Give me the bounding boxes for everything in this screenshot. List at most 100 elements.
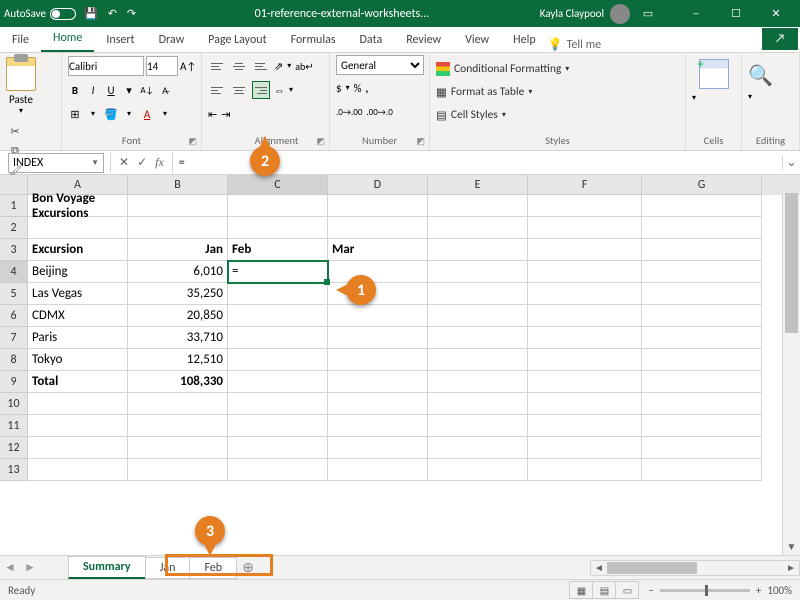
font-name-input[interactable] [68,56,144,76]
tab-view[interactable]: View [453,29,501,52]
cell[interactable]: Beijing [28,261,128,283]
cell[interactable] [228,349,328,371]
decrease-indent-icon[interactable]: ⇤ [208,108,217,121]
cell[interactable] [428,349,528,371]
find-select-icon[interactable]: 🔍 [748,63,773,88]
normal-view-button[interactable]: ▦ [569,581,593,599]
column-header[interactable]: D [328,175,428,195]
cell[interactable] [428,327,528,349]
tab-data[interactable]: Data [348,29,395,52]
cell[interactable] [428,239,528,261]
row-header[interactable]: 9 [0,371,28,393]
align-middle-icon[interactable] [230,57,248,75]
minimize-button[interactable]: ─ [676,0,716,27]
vertical-scrollbar[interactable]: ▲ ▼ [782,175,800,555]
horizontal-scrollbar[interactable]: ◄ ► [590,560,800,576]
format-as-table-button[interactable]: ▦Format as Table▾ [436,82,532,102]
cell[interactable]: Bon Voyage Excursions [28,195,128,217]
cell[interactable] [428,305,528,327]
cell[interactable] [642,459,762,481]
cell[interactable] [128,217,228,239]
borders-icon[interactable]: ⊞ [68,108,82,121]
cell[interactable] [642,261,762,283]
cell[interactable] [642,393,762,415]
cell[interactable] [528,327,642,349]
cell[interactable] [328,393,428,415]
font-color-icon[interactable]: A [140,108,154,121]
cell[interactable] [428,283,528,305]
cell[interactable]: Jan [128,239,228,261]
wrap-text-icon[interactable]: ab↵ [295,60,313,73]
sheet-tab-feb[interactable]: Feb [189,557,237,579]
cell[interactable] [428,261,528,283]
redo-icon[interactable]: ↷ [127,7,136,20]
align-bottom-icon[interactable] [252,57,270,75]
zoom-slider[interactable] [660,589,750,592]
cell[interactable]: Las Vegas [28,283,128,305]
font-size-input[interactable] [146,56,178,76]
cell[interactable] [642,371,762,393]
cell[interactable] [128,415,228,437]
page-layout-view-button[interactable]: ▤ [592,581,616,599]
fill-color-icon[interactable]: 🪣 [104,108,118,121]
cell[interactable] [328,195,428,217]
tab-page-layout[interactable]: Page Layout [196,29,278,52]
dialog-launcher-icon[interactable]: ◩ [188,136,197,147]
cell[interactable] [228,371,328,393]
cell[interactable] [528,437,642,459]
align-top-icon[interactable] [208,57,226,75]
cell[interactable] [642,437,762,459]
decrease-font-icon[interactable]: A↓ [140,85,154,96]
align-right-icon[interactable] [252,81,270,99]
row-header[interactable]: 12 [0,437,28,459]
cell[interactable] [428,217,528,239]
cell[interactable]: 6,010 [128,261,228,283]
merge-center-icon[interactable]: ⇔ [274,84,285,97]
cell[interactable] [428,415,528,437]
cell[interactable]: Paris [28,327,128,349]
cell[interactable] [642,327,762,349]
cell[interactable]: Total [28,371,128,393]
cell[interactable] [428,437,528,459]
row-header[interactable]: 6 [0,305,28,327]
zoom-out-button[interactable]: − [648,584,653,597]
orientation-icon[interactable]: ⇗ [274,60,283,73]
percent-format-icon[interactable]: % [354,82,362,95]
comma-format-icon[interactable]: , [365,82,368,95]
cell[interactable]: 108,330 [128,371,228,393]
column-header[interactable]: E [428,175,528,195]
cell[interactable] [328,459,428,481]
cell[interactable] [642,305,762,327]
cell[interactable]: Tokyo [28,349,128,371]
increase-font-icon[interactable]: A↑ [180,60,196,73]
enter-formula-icon[interactable]: ✓ [137,155,147,170]
row-header[interactable]: 1 [0,195,28,217]
cell[interactable] [528,459,642,481]
cell[interactable] [528,415,642,437]
cell[interactable] [228,217,328,239]
align-center-icon[interactable] [230,81,248,99]
sheet-nav-next-icon[interactable]: ► [20,560,40,575]
cell[interactable]: 20,850 [128,305,228,327]
increase-decimal-icon[interactable]: .0→.00 [336,107,362,118]
decrease-decimal-icon[interactable]: .00→.0 [366,107,392,118]
tab-review[interactable]: Review [394,29,453,52]
page-break-view-button[interactable]: ▭ [615,581,639,599]
cut-icon[interactable]: ✂ [6,122,24,140]
row-header[interactable]: 8 [0,349,28,371]
cell[interactable] [428,393,528,415]
accounting-format-icon[interactable]: $ [336,82,342,95]
cell[interactable] [642,217,762,239]
scrollbar-thumb[interactable] [607,562,697,574]
scroll-right-icon[interactable]: ► [783,561,799,575]
cell[interactable] [128,393,228,415]
row-header[interactable]: 10 [0,393,28,415]
strikethrough-icon[interactable]: A̶ [158,84,172,97]
cell[interactable]: Mar [328,239,428,261]
cell[interactable] [328,305,428,327]
cell[interactable] [528,261,642,283]
cell[interactable] [528,195,642,217]
tab-draw[interactable]: Draw [147,29,197,52]
name-box[interactable]: INDEX ▼ [8,153,104,173]
cell[interactable] [128,459,228,481]
